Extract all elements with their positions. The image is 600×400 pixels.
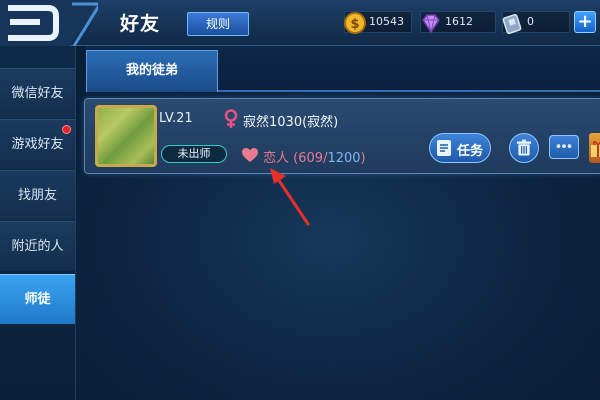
avatar[interactable] (95, 105, 157, 167)
task-button[interactable]: 任务 (429, 133, 491, 163)
gift-button[interactable] (589, 133, 600, 163)
svg-text:$: $ (350, 17, 359, 32)
sidebar-item-label: 找朋友 (17, 188, 57, 203)
chat-bubble-icon (556, 144, 572, 148)
sidebar-item-mentorship[interactable]: 师徒 (0, 274, 75, 324)
gold-value: 10543 (369, 15, 404, 28)
level-label: LV.21 (159, 111, 193, 126)
ticket-icon (502, 13, 522, 35)
gold-counter: $ 10543 (344, 11, 412, 34)
page-title: 好友 (120, 13, 161, 35)
sidebar-item-wechat-friends[interactable]: 微信好友 (0, 68, 75, 118)
diamond-icon (422, 14, 440, 34)
relation-max: 1200 (327, 151, 361, 166)
heart-icon (242, 148, 258, 162)
gem-value: 1612 (445, 15, 473, 28)
sidebar-item-label: 微信好友 (11, 86, 64, 101)
female-icon (224, 109, 238, 128)
tab-my-apprentices[interactable]: 我的徒弟 (86, 50, 218, 92)
sidebar-item-label: 游戏好友 (11, 137, 64, 152)
status-badge: 未出师 (161, 145, 227, 163)
apprentice-name: 寂然1030(寂然) (243, 115, 339, 130)
sidebar: 微信好友 游戏好友 找朋友 附近的人 师徒 (0, 46, 76, 400)
notification-dot (62, 125, 71, 134)
ticket-counter: 0 (502, 11, 570, 35)
sidebar-item-label: 师徒 (24, 292, 51, 307)
gift-icon (591, 141, 600, 157)
sidebar-item-game-friends[interactable]: 游戏好友 (0, 119, 75, 169)
apprentice-card[interactable]: LV.21 未出师 寂然1030(寂然) 恋人 (609/1200) 任务 (84, 98, 600, 174)
back-arrow-icon[interactable] (0, 0, 98, 46)
sidebar-item-label: 附近的人 (11, 239, 64, 254)
gem-counter: 1612 (420, 11, 496, 34)
ticket-value: 0 (527, 15, 534, 28)
top-bar: 好友 规则 $ 10543 1612 0 + (0, 0, 600, 46)
delete-button[interactable] (509, 133, 539, 163)
task-button-label: 任务 (457, 144, 484, 159)
trash-icon (517, 139, 531, 156)
add-resource-button[interactable]: + (574, 11, 596, 33)
annotation-arrow-icon (270, 168, 310, 226)
rules-button[interactable]: 规则 (187, 12, 249, 36)
chat-button[interactable] (549, 135, 579, 159)
scroll-icon (437, 140, 451, 156)
subtab-bar: 我的徒弟 (86, 46, 600, 92)
sidebar-item-find-friends[interactable]: 找朋友 (0, 170, 75, 220)
sidebar-item-nearby[interactable]: 附近的人 (0, 221, 75, 271)
gold-coin-icon: $ (344, 12, 366, 34)
